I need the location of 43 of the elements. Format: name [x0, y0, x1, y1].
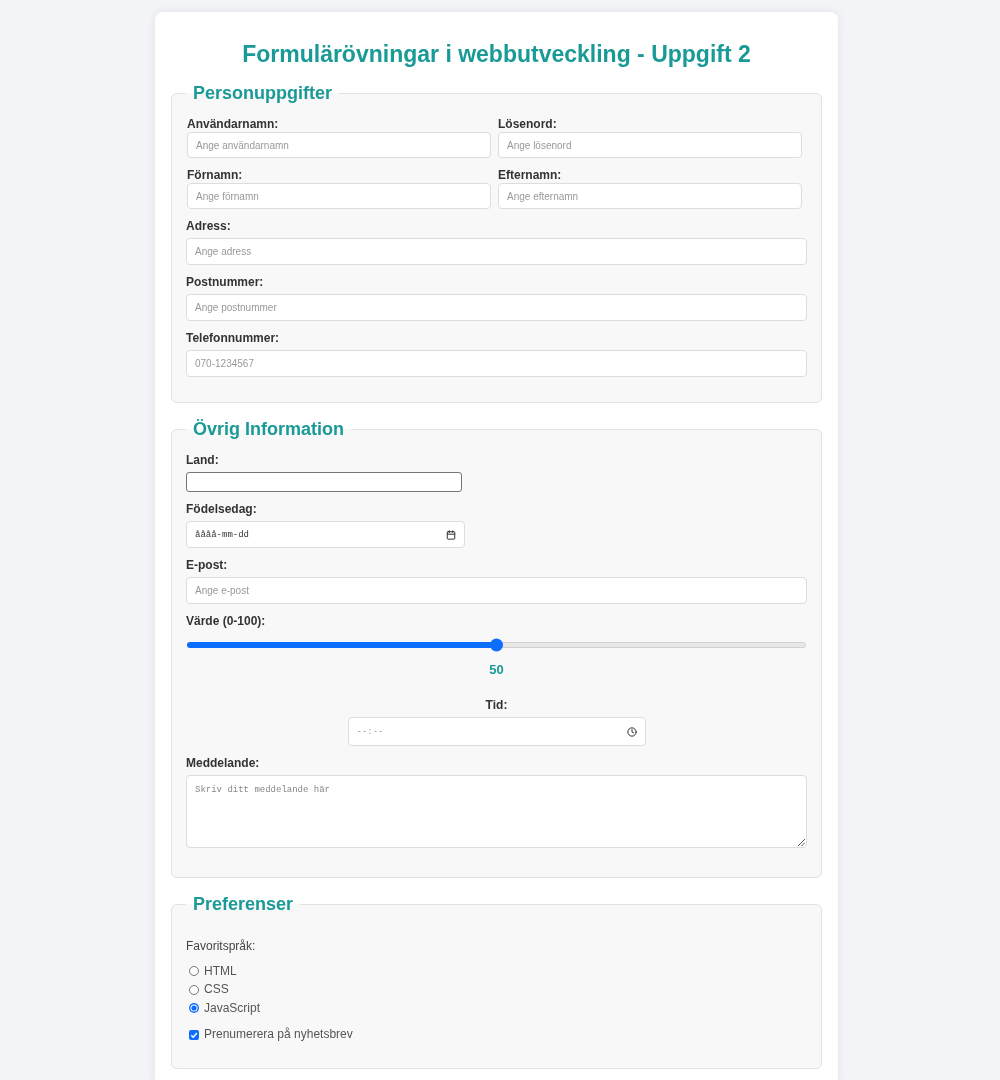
radio-button[interactable]	[189, 984, 199, 995]
input-field[interactable]	[186, 472, 462, 492]
text-input[interactable]: Ange adress	[186, 238, 807, 265]
radio-button[interactable]	[189, 1003, 199, 1014]
calendar-icon[interactable]	[446, 529, 456, 540]
page-title: Formulärövningar i webbutveckling - Uppgift 2	[241, 40, 752, 68]
text-input[interactable]: Ange användarnamn	[187, 132, 491, 158]
text-input[interactable]: Ange postnummer	[186, 294, 807, 321]
checkbox-label[interactable]: Prenumerera på nyhetsbrev	[204, 1027, 353, 1042]
text-input[interactable]: 070-1234567	[186, 350, 807, 377]
radio-button[interactable]	[189, 966, 199, 977]
section-title: Personuppgifter	[192, 82, 333, 104]
text-input[interactable]: Ange lösenord	[498, 132, 802, 158]
field-label: Värde (0-100):	[186, 614, 266, 629]
text-input[interactable]: Ange efternamn	[498, 183, 802, 209]
text-input[interactable]: Ange e-post	[186, 577, 807, 604]
option-label[interactable]: HTML	[204, 963, 237, 979]
clock-icon[interactable]	[626, 726, 637, 737]
field-label: Användarnamn:	[187, 117, 279, 132]
resize-handle-icon[interactable]	[798, 839, 805, 846]
field-label: Förnamn:	[187, 168, 243, 183]
text-input[interactable]: Ange förnamn	[187, 183, 491, 209]
field-label: Meddelande:	[186, 756, 260, 771]
field-label: Adress:	[186, 219, 231, 234]
field-label: Lösenord:	[498, 117, 557, 132]
option-label[interactable]: CSS	[204, 982, 229, 998]
option-label[interactable]: JavaScript	[204, 1000, 261, 1016]
field-label: E-post:	[186, 558, 228, 573]
field-label: Efternamn:	[498, 168, 562, 183]
field-label: Telefonnummer:	[186, 331, 280, 346]
field-label: Postnummer:	[186, 275, 264, 290]
section-title: Övrig Information	[192, 418, 345, 440]
slider-thumb[interactable]	[489, 638, 503, 652]
section-title: Preferenser	[192, 893, 295, 915]
checkbox[interactable]	[189, 1029, 199, 1040]
date-field[interactable]: åååå-mm-dd	[186, 521, 465, 548]
slider-value: 50	[489, 662, 504, 678]
group-label: Favoritspråk:	[186, 939, 256, 954]
field-label: Tid:	[485, 698, 508, 713]
time-field[interactable]: --:--	[347, 717, 646, 746]
message-textarea[interactable]: Skriv ditt meddelande här	[186, 775, 807, 848]
field-label: Land:	[186, 453, 219, 468]
field-label: Födelsedag:	[186, 502, 257, 517]
